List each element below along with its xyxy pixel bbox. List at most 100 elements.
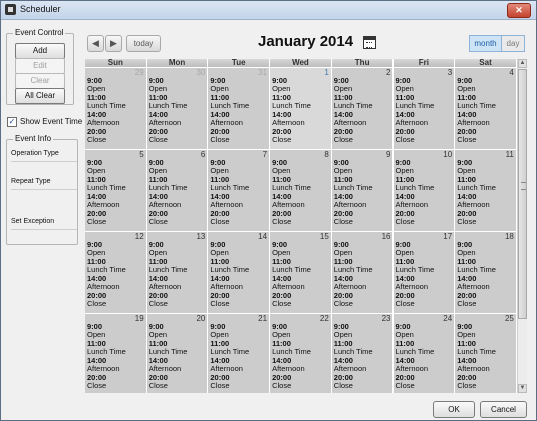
day-cell[interactable]: 7 9:00 Open 11:00 Lunch Time 14:00 Afternoon 20…: [208, 150, 270, 231]
event-entry[interactable]: 9:00 Open: [396, 77, 453, 94]
event-entry[interactable]: 14:00 Afternoon: [272, 275, 329, 292]
event-entry[interactable]: 11:00 Lunch Time: [272, 258, 329, 275]
event-entry[interactable]: 9:00 Open: [87, 77, 144, 94]
event-entry[interactable]: 20:00 Close: [457, 292, 514, 309]
event-entry[interactable]: 14:00 Afternoon: [210, 357, 267, 374]
calendar-scrollbar[interactable]: ▲ ▼: [517, 59, 527, 393]
event-entry[interactable]: 11:00 Lunch Time: [210, 94, 267, 111]
event-entry[interactable]: 9:00 Open: [457, 241, 514, 258]
event-entry[interactable]: 14:00 Afternoon: [396, 111, 453, 128]
event-entry[interactable]: 9:00 Open: [87, 159, 144, 176]
event-entry[interactable]: 11:00 Lunch Time: [272, 94, 329, 111]
day-cell[interactable]: 12 9:00 Open 11:00 Lunch Time 14:00 Afternoon 2…: [85, 232, 146, 313]
event-entry[interactable]: 11:00 Lunch Time: [210, 176, 267, 193]
event-entry[interactable]: 20:00 Close: [334, 292, 391, 309]
event-entry[interactable]: 11:00 Lunch Time: [396, 258, 453, 275]
event-entry[interactable]: 9:00 Open: [457, 323, 514, 340]
event-entry[interactable]: 20:00 Close: [149, 128, 206, 145]
event-entry[interactable]: 11:00 Lunch Time: [149, 340, 206, 357]
event-entry[interactable]: 11:00 Lunch Time: [334, 94, 391, 111]
day-cell[interactable]: 3 9:00 Open 11:00 Lunch Time 14:00 Afternoon 20…: [393, 68, 455, 149]
event-entry[interactable]: 14:00 Afternoon: [149, 357, 206, 374]
event-entry[interactable]: 11:00 Lunch Time: [87, 176, 144, 193]
day-cell[interactable]: 24 9:00 Open 11:00 Lunch Time 14:00 Afternoon 2…: [393, 314, 455, 393]
day-cell[interactable]: 1 9:00 Open 11:00 Lunch Time 14:00 Afternoon 20…: [270, 68, 331, 149]
event-entry[interactable]: 14:00 Afternoon: [149, 193, 206, 210]
event-entry[interactable]: 20:00 Close: [149, 210, 206, 227]
event-entry[interactable]: 14:00 Afternoon: [272, 111, 329, 128]
day-cell[interactable]: 2 9:00 Open 11:00 Lunch Time 14:00 Afternoon 20…: [331, 68, 393, 149]
scroll-up-arrow-icon[interactable]: ▲: [518, 59, 527, 68]
close-button[interactable]: ✕: [507, 3, 531, 18]
operation-type-field[interactable]: [11, 161, 77, 162]
day-cell[interactable]: 11 9:00 Open 11:00 Lunch Time 14:00 Afternoon 2…: [455, 150, 516, 231]
day-cell[interactable]: 14 9:00 Open 11:00 Lunch Time 14:00 Afternoon 2…: [208, 232, 270, 313]
event-entry[interactable]: 11:00 Lunch Time: [210, 258, 267, 275]
event-entry[interactable]: 20:00 Close: [87, 210, 144, 227]
add-button[interactable]: Add: [15, 43, 65, 59]
day-cell[interactable]: 15 9:00 Open 11:00 Lunch Time 14:00 Afternoon 2…: [270, 232, 331, 313]
day-cell[interactable]: 18 9:00 Open 11:00 Lunch Time 14:00 Afternoon 2…: [455, 232, 516, 313]
event-entry[interactable]: 9:00 Open: [87, 323, 144, 340]
day-view-button[interactable]: day: [501, 35, 525, 52]
day-cell[interactable]: 8 9:00 Open 11:00 Lunch Time 14:00 Afternoon 20…: [270, 150, 331, 231]
event-entry[interactable]: 9:00 Open: [210, 323, 267, 340]
day-cell[interactable]: 29 9:00 Open 11:00 Lunch Time 14:00 Afternoon 2…: [85, 68, 146, 149]
event-entry[interactable]: 11:00 Lunch Time: [457, 94, 514, 111]
day-cell[interactable]: 9 9:00 Open 11:00 Lunch Time 14:00 Afternoon 20…: [331, 150, 393, 231]
event-entry[interactable]: 14:00 Afternoon: [272, 357, 329, 374]
day-cell[interactable]: 4 9:00 Open 11:00 Lunch Time 14:00 Afternoon 20…: [455, 68, 516, 149]
event-entry[interactable]: 11:00 Lunch Time: [87, 94, 144, 111]
event-entry[interactable]: 14:00 Afternoon: [396, 275, 453, 292]
event-entry[interactable]: 9:00 Open: [396, 241, 453, 258]
scroll-down-arrow-icon[interactable]: ▼: [518, 384, 527, 393]
previous-month-button[interactable]: ◀: [87, 35, 104, 52]
cancel-button[interactable]: Cancel: [480, 401, 527, 418]
event-entry[interactable]: 11:00 Lunch Time: [396, 176, 453, 193]
event-entry[interactable]: 20:00 Close: [87, 128, 144, 145]
event-entry[interactable]: 11:00 Lunch Time: [396, 340, 453, 357]
event-entry[interactable]: 14:00 Afternoon: [210, 193, 267, 210]
event-entry[interactable]: 20:00 Close: [396, 374, 453, 391]
event-entry[interactable]: 14:00 Afternoon: [87, 193, 144, 210]
clear-button[interactable]: Clear: [15, 73, 65, 89]
event-entry[interactable]: 11:00 Lunch Time: [149, 94, 206, 111]
event-entry[interactable]: 14:00 Afternoon: [272, 193, 329, 210]
set-exception-field[interactable]: [11, 229, 77, 230]
event-entry[interactable]: 9:00 Open: [87, 241, 144, 258]
event-entry[interactable]: 20:00 Close: [457, 128, 514, 145]
event-entry[interactable]: 20:00 Close: [334, 374, 391, 391]
event-entry[interactable]: 9:00 Open: [334, 241, 391, 258]
event-entry[interactable]: 11:00 Lunch Time: [334, 258, 391, 275]
event-entry[interactable]: 14:00 Afternoon: [457, 275, 514, 292]
event-entry[interactable]: 20:00 Close: [210, 292, 267, 309]
event-entry[interactable]: 11:00 Lunch Time: [87, 258, 144, 275]
event-entry[interactable]: 20:00 Close: [457, 210, 514, 227]
event-entry[interactable]: 14:00 Afternoon: [149, 275, 206, 292]
event-entry[interactable]: 11:00 Lunch Time: [457, 176, 514, 193]
event-entry[interactable]: 14:00 Afternoon: [457, 357, 514, 374]
event-entry[interactable]: 11:00 Lunch Time: [396, 94, 453, 111]
event-entry[interactable]: 20:00 Close: [396, 210, 453, 227]
event-entry[interactable]: 20:00 Close: [272, 210, 329, 227]
event-entry[interactable]: 9:00 Open: [210, 77, 267, 94]
event-entry[interactable]: 14:00 Afternoon: [334, 275, 391, 292]
event-entry[interactable]: 11:00 Lunch Time: [334, 176, 391, 193]
day-cell[interactable]: 23 9:00 Open 11:00 Lunch Time 14:00 Afternoon 2…: [331, 314, 393, 393]
ok-button[interactable]: OK: [433, 401, 475, 418]
event-entry[interactable]: 14:00 Afternoon: [210, 275, 267, 292]
event-entry[interactable]: 9:00 Open: [334, 323, 391, 340]
event-entry[interactable]: 11:00 Lunch Time: [457, 258, 514, 275]
event-entry[interactable]: 9:00 Open: [210, 241, 267, 258]
event-entry[interactable]: 14:00 Afternoon: [334, 357, 391, 374]
event-entry[interactable]: 14:00 Afternoon: [396, 357, 453, 374]
event-entry[interactable]: 9:00 Open: [272, 241, 329, 258]
event-entry[interactable]: 20:00 Close: [457, 374, 514, 391]
event-entry[interactable]: 20:00 Close: [149, 374, 206, 391]
event-entry[interactable]: 11:00 Lunch Time: [457, 340, 514, 357]
day-cell[interactable]: 22 9:00 Open 11:00 Lunch Time 14:00 Afternoon 2…: [270, 314, 331, 393]
event-entry[interactable]: 11:00 Lunch Time: [334, 340, 391, 357]
day-cell[interactable]: 13 9:00 Open 11:00 Lunch Time 14:00 Afternoon 2…: [146, 232, 208, 313]
event-entry[interactable]: 9:00 Open: [457, 159, 514, 176]
day-cell[interactable]: 16 9:00 Open 11:00 Lunch Time 14:00 Afternoon 2…: [331, 232, 393, 313]
